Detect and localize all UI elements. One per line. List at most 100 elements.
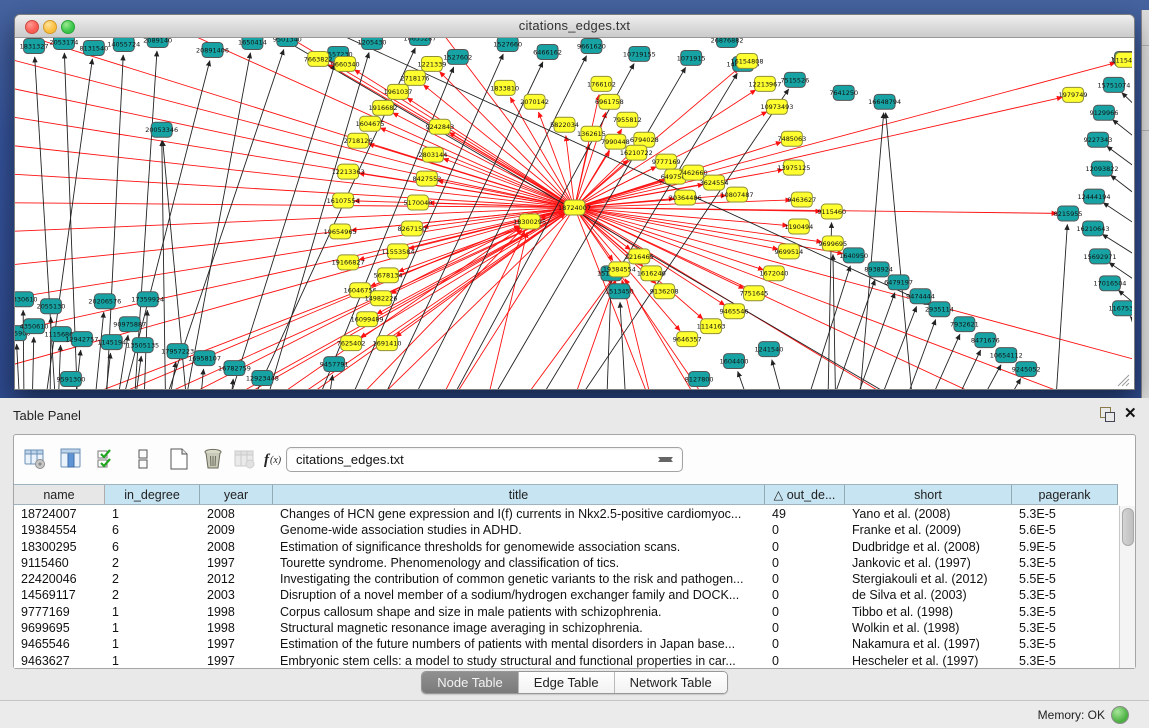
graph-edge[interactable] bbox=[1122, 93, 1132, 133]
cell-pagerank[interactable]: 5.3E-5 bbox=[1012, 604, 1118, 620]
graph-node[interactable]: 5822034 bbox=[550, 117, 579, 132]
graph-edge[interactable] bbox=[886, 113, 914, 389]
graph-edge[interactable] bbox=[1055, 224, 1067, 389]
cell-short[interactable]: Wolkin et al. (1998) bbox=[845, 620, 1012, 636]
graph-edge[interactable] bbox=[574, 208, 1003, 389]
graph-node[interactable]: 15692971 bbox=[1084, 249, 1117, 264]
graph-node[interactable]: 7515526 bbox=[780, 72, 809, 87]
graph-node[interactable]: 7641250 bbox=[829, 85, 858, 100]
graph-node[interactable]: 8215955 bbox=[1054, 206, 1083, 221]
cell-in_degree[interactable]: 1 bbox=[105, 636, 200, 652]
cell-short[interactable]: Hescheler et al. (1997) bbox=[845, 653, 1012, 668]
graph-edge[interactable] bbox=[134, 356, 142, 389]
cell-out_degree[interactable]: 0 bbox=[765, 555, 845, 571]
graph-node[interactable]: 9136208 bbox=[650, 284, 679, 299]
graph-edge[interactable] bbox=[15, 208, 574, 267]
graph-node[interactable]: 13505135 bbox=[126, 338, 159, 353]
cell-out_degree[interactable]: 0 bbox=[765, 653, 845, 668]
cell-out_degree[interactable]: 0 bbox=[765, 636, 845, 652]
graph-node[interactable]: 26876882 bbox=[711, 38, 744, 47]
table-row[interactable]: 911546021997Tourette syndrome. Phenomeno… bbox=[14, 555, 1118, 571]
graph-node[interactable]: 1916682 bbox=[369, 100, 398, 115]
table-row[interactable]: 1872400712008Changes of HCN gene express… bbox=[14, 506, 1118, 522]
cell-name[interactable]: 22420046 bbox=[14, 571, 105, 587]
cell-short[interactable]: Yano et al. (2008) bbox=[845, 506, 1012, 522]
graph-edge[interactable] bbox=[833, 254, 836, 389]
graph-node[interactable]: 9245052 bbox=[1012, 362, 1041, 377]
graph-node[interactable]: 9501340 bbox=[273, 38, 302, 46]
graph-edge[interactable] bbox=[485, 67, 686, 389]
graph-node[interactable]: 12444194 bbox=[1078, 189, 1111, 204]
graph-node[interactable]: 1691410 bbox=[373, 336, 402, 351]
column-header-out_degree[interactable]: △ out_de... bbox=[765, 484, 845, 505]
graph-node[interactable]: 6961758 bbox=[595, 94, 624, 109]
graph-node[interactable]: 2089140 bbox=[143, 38, 172, 47]
window-titlebar[interactable]: citations_edges.txt bbox=[15, 15, 1134, 38]
graph-node[interactable]: 1221339 bbox=[417, 56, 446, 71]
cell-pagerank[interactable]: 5.3E-5 bbox=[1012, 620, 1118, 636]
cell-title[interactable]: Structural magnetic resonance image aver… bbox=[273, 620, 765, 636]
graph-node[interactable]: 8471676 bbox=[971, 333, 1000, 348]
graph-node[interactable]: 1241540 bbox=[755, 342, 784, 357]
cell-out_degree[interactable]: 0 bbox=[765, 620, 845, 636]
graph-node[interactable]: 7955812 bbox=[613, 112, 642, 127]
cell-pagerank[interactable]: 5.3E-5 bbox=[1012, 555, 1118, 571]
cell-title[interactable]: Genome-wide association studies in ADHD. bbox=[273, 522, 765, 538]
delete-table-button[interactable] bbox=[200, 446, 226, 472]
graph-edge[interactable] bbox=[738, 371, 752, 389]
graph-edge[interactable] bbox=[1130, 316, 1132, 353]
graph-node[interactable]: 16210643 bbox=[1077, 221, 1110, 236]
graph-node[interactable]: 1114163 bbox=[697, 319, 726, 334]
graph-node[interactable]: 8127800 bbox=[685, 372, 714, 387]
cell-out_degree[interactable]: 0 bbox=[765, 587, 845, 603]
cell-year[interactable]: 2008 bbox=[200, 506, 273, 522]
graph-edge[interactable] bbox=[94, 312, 104, 389]
cell-in_degree[interactable]: 6 bbox=[105, 522, 200, 538]
column-header-year[interactable]: year bbox=[200, 484, 273, 505]
graph-edge[interactable] bbox=[200, 369, 204, 389]
graph-node[interactable]: 9699695 bbox=[818, 236, 847, 251]
graph-node[interactable]: 1833810 bbox=[490, 80, 519, 95]
column-header-pagerank[interactable]: pagerank bbox=[1012, 484, 1118, 505]
table-row[interactable]: 969969511998Structural magnetic resonanc… bbox=[14, 620, 1118, 636]
graph-node[interactable]: 1979749 bbox=[1059, 87, 1088, 102]
graph-node[interactable]: 16648794 bbox=[868, 94, 901, 109]
graph-node[interactable]: 9591300 bbox=[57, 372, 86, 387]
cell-short[interactable]: Tibbo et al. (1998) bbox=[845, 604, 1012, 620]
show-columns-button[interactable] bbox=[58, 446, 84, 472]
graph-node[interactable]: 1190494 bbox=[784, 219, 813, 234]
cell-in_degree[interactable]: 1 bbox=[105, 653, 200, 668]
graph-node[interactable]: 9777169 bbox=[652, 154, 681, 169]
cell-name[interactable]: 19384554 bbox=[14, 522, 105, 538]
graph-node[interactable]: 12213363 bbox=[332, 164, 365, 179]
graph-node[interactable]: 9457791 bbox=[320, 357, 349, 372]
cell-year[interactable]: 1997 bbox=[200, 555, 273, 571]
graph-node[interactable]: 8267150 bbox=[398, 221, 427, 236]
graph-node[interactable]: 1527660 bbox=[493, 38, 522, 51]
graph-node[interactable]: 9660340 bbox=[331, 56, 360, 71]
tab-node-table[interactable]: Node Table bbox=[422, 672, 518, 693]
graph-node[interactable]: 13975125 bbox=[777, 160, 810, 175]
cell-name[interactable]: 18724007 bbox=[14, 506, 105, 522]
cell-name[interactable]: 14569117 bbox=[14, 587, 105, 603]
graph-node[interactable]: 2718126 bbox=[344, 133, 373, 148]
cell-pagerank[interactable]: 5.6E-5 bbox=[1012, 522, 1118, 538]
graph-edge[interactable] bbox=[32, 337, 34, 389]
graph-node[interactable]: 2718176 bbox=[401, 70, 430, 85]
graph-edge[interactable] bbox=[574, 208, 1057, 214]
cell-pagerank[interactable]: 5.3E-5 bbox=[1012, 587, 1118, 603]
graph-node[interactable]: 9129966 bbox=[1090, 105, 1119, 120]
cell-pagerank[interactable]: 5.3E-5 bbox=[1012, 653, 1118, 668]
cell-title[interactable]: Embryonic stem cells: a model to study s… bbox=[273, 653, 765, 668]
graph-edge[interactable] bbox=[50, 317, 51, 389]
table-selector[interactable]: citations_edges.txt bbox=[286, 447, 683, 472]
cell-short[interactable]: Nakamura et al. (1997) bbox=[845, 636, 1012, 652]
cell-name[interactable]: 9699695 bbox=[14, 620, 105, 636]
cell-name[interactable]: 9465546 bbox=[14, 636, 105, 652]
cell-name[interactable]: 9115460 bbox=[14, 555, 105, 571]
graph-node[interactable]: 6466162 bbox=[533, 44, 562, 59]
cell-in_degree[interactable]: 2 bbox=[105, 587, 200, 603]
cell-short[interactable]: de Silva et al. (2003) bbox=[845, 587, 1012, 603]
cell-pagerank[interactable]: 5.9E-5 bbox=[1012, 539, 1118, 555]
cell-in_degree[interactable]: 2 bbox=[105, 555, 200, 571]
